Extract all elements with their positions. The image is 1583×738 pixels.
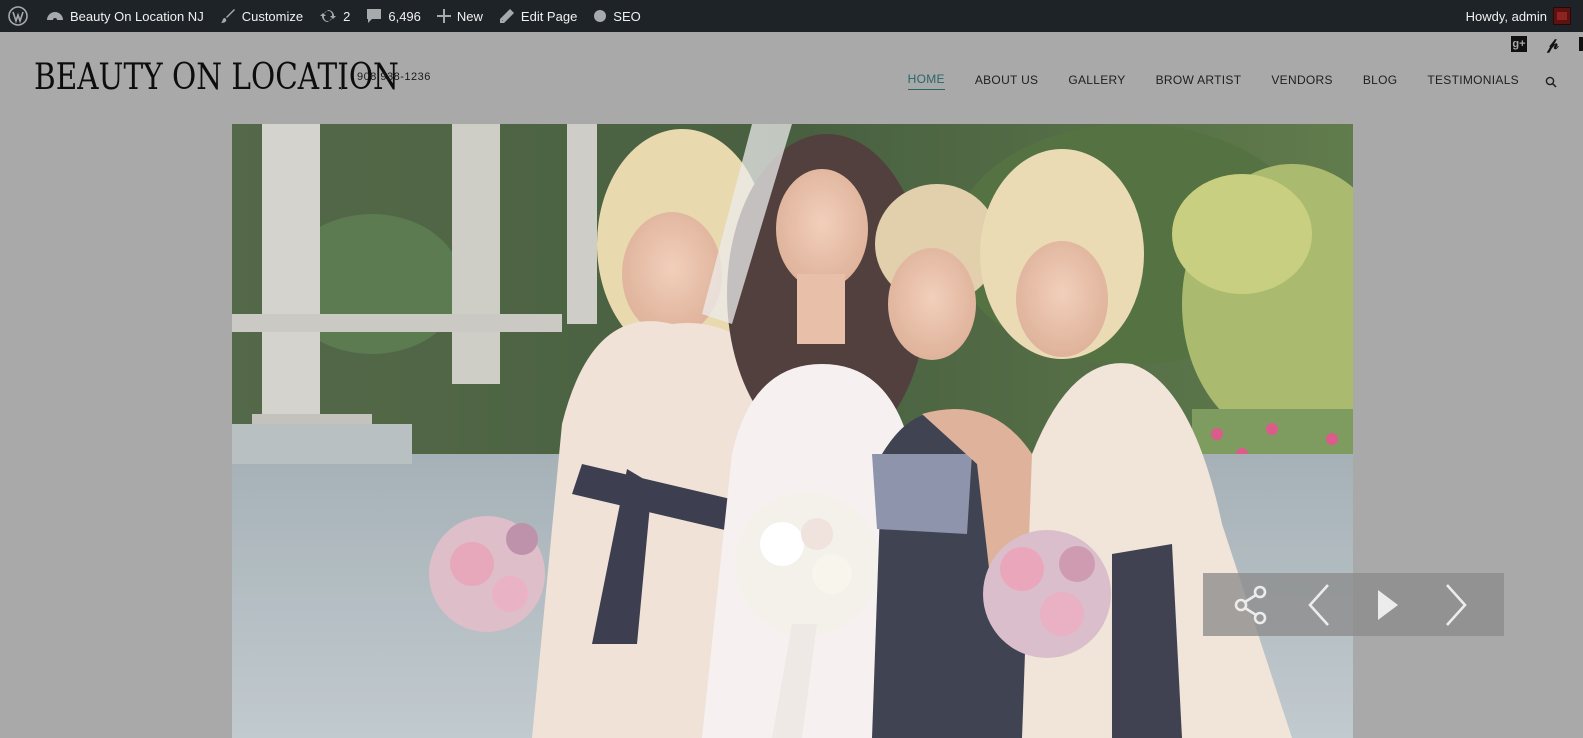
bridal-party-photo [232,124,1353,738]
brush-icon [220,9,235,23]
nav-item-testimonials[interactable]: TESTIMONIALS [1427,73,1519,90]
customize-label: Customize [241,8,304,24]
slider-controls [1203,573,1504,636]
new-label: New [456,8,483,24]
previous-arrow-icon [1308,583,1330,626]
comment-bubble-icon [367,9,382,23]
site-name-menu[interactable]: Beauty On Location NJ [38,0,212,32]
social-icons: g+ 𝓅 [1511,34,1583,53]
nav-item-gallery[interactable]: GALLERY [1068,73,1125,90]
seo-menu[interactable]: SEO [585,0,648,32]
nav-item-blog[interactable]: BLOG [1363,73,1398,90]
next-arrow-icon [1445,583,1467,626]
next-slide-button[interactable] [1434,583,1478,627]
wp-admin-bar: Beauty On Location NJ Customize 2 6,496 … [0,0,1583,32]
dashboard-icon [47,12,63,22]
logo-divider [341,66,342,90]
new-content-menu[interactable]: New [429,0,491,32]
share-button[interactable] [1229,583,1273,627]
seo-label: SEO [613,8,641,24]
share-icon [1234,585,1267,624]
seo-status-icon [594,10,607,22]
nav-item-about-us[interactable]: ABOUT US [975,73,1039,90]
search-icon[interactable] [1545,75,1557,88]
edit-page-link[interactable]: Edit Page [491,0,585,32]
google-plus-icon[interactable]: g+ [1511,36,1527,52]
updates-link[interactable]: 2 [311,0,358,32]
comments-link[interactable]: 6,496 [358,0,429,32]
my-account-menu[interactable]: Howdy, admin [1458,0,1583,32]
hero-slider-image[interactable] [232,124,1353,738]
site-header: g+ 𝓅 BEAUTY ON LOCATION 908 938-1236 HOM… [0,32,1583,124]
nav-item-home[interactable]: HOME [907,72,945,90]
comments-count: 6,496 [388,8,421,24]
previous-slide-button[interactable] [1297,583,1341,627]
play-icon [1377,589,1398,620]
play-slideshow-button[interactable] [1366,583,1410,627]
greeting-label: Howdy, admin [1465,8,1547,24]
wordpress-logo-icon[interactable] [0,0,38,32]
pencil-icon [499,9,514,23]
social-icon-partial[interactable] [1579,37,1583,51]
nav-item-vendors[interactable]: VENDORS [1271,73,1332,90]
updates-count: 2 [343,8,351,24]
plus-icon [436,9,451,23]
main-navigation: HOME ABOUT US GALLERY BROW ARTIST VENDOR… [878,72,1557,90]
edit-page-label: Edit Page [520,8,578,24]
site-logo[interactable]: BEAUTY ON LOCATION [34,58,399,98]
updates-icon [320,10,337,22]
customize-link[interactable]: Customize [212,0,311,32]
phone-number: 908 938-1236 [357,71,431,83]
avatar [1553,7,1571,25]
site-name-label: Beauty On Location NJ [70,8,204,24]
pinterest-icon[interactable]: 𝓅 [1545,34,1561,53]
nav-item-brow-artist[interactable]: BROW ARTIST [1156,73,1242,90]
